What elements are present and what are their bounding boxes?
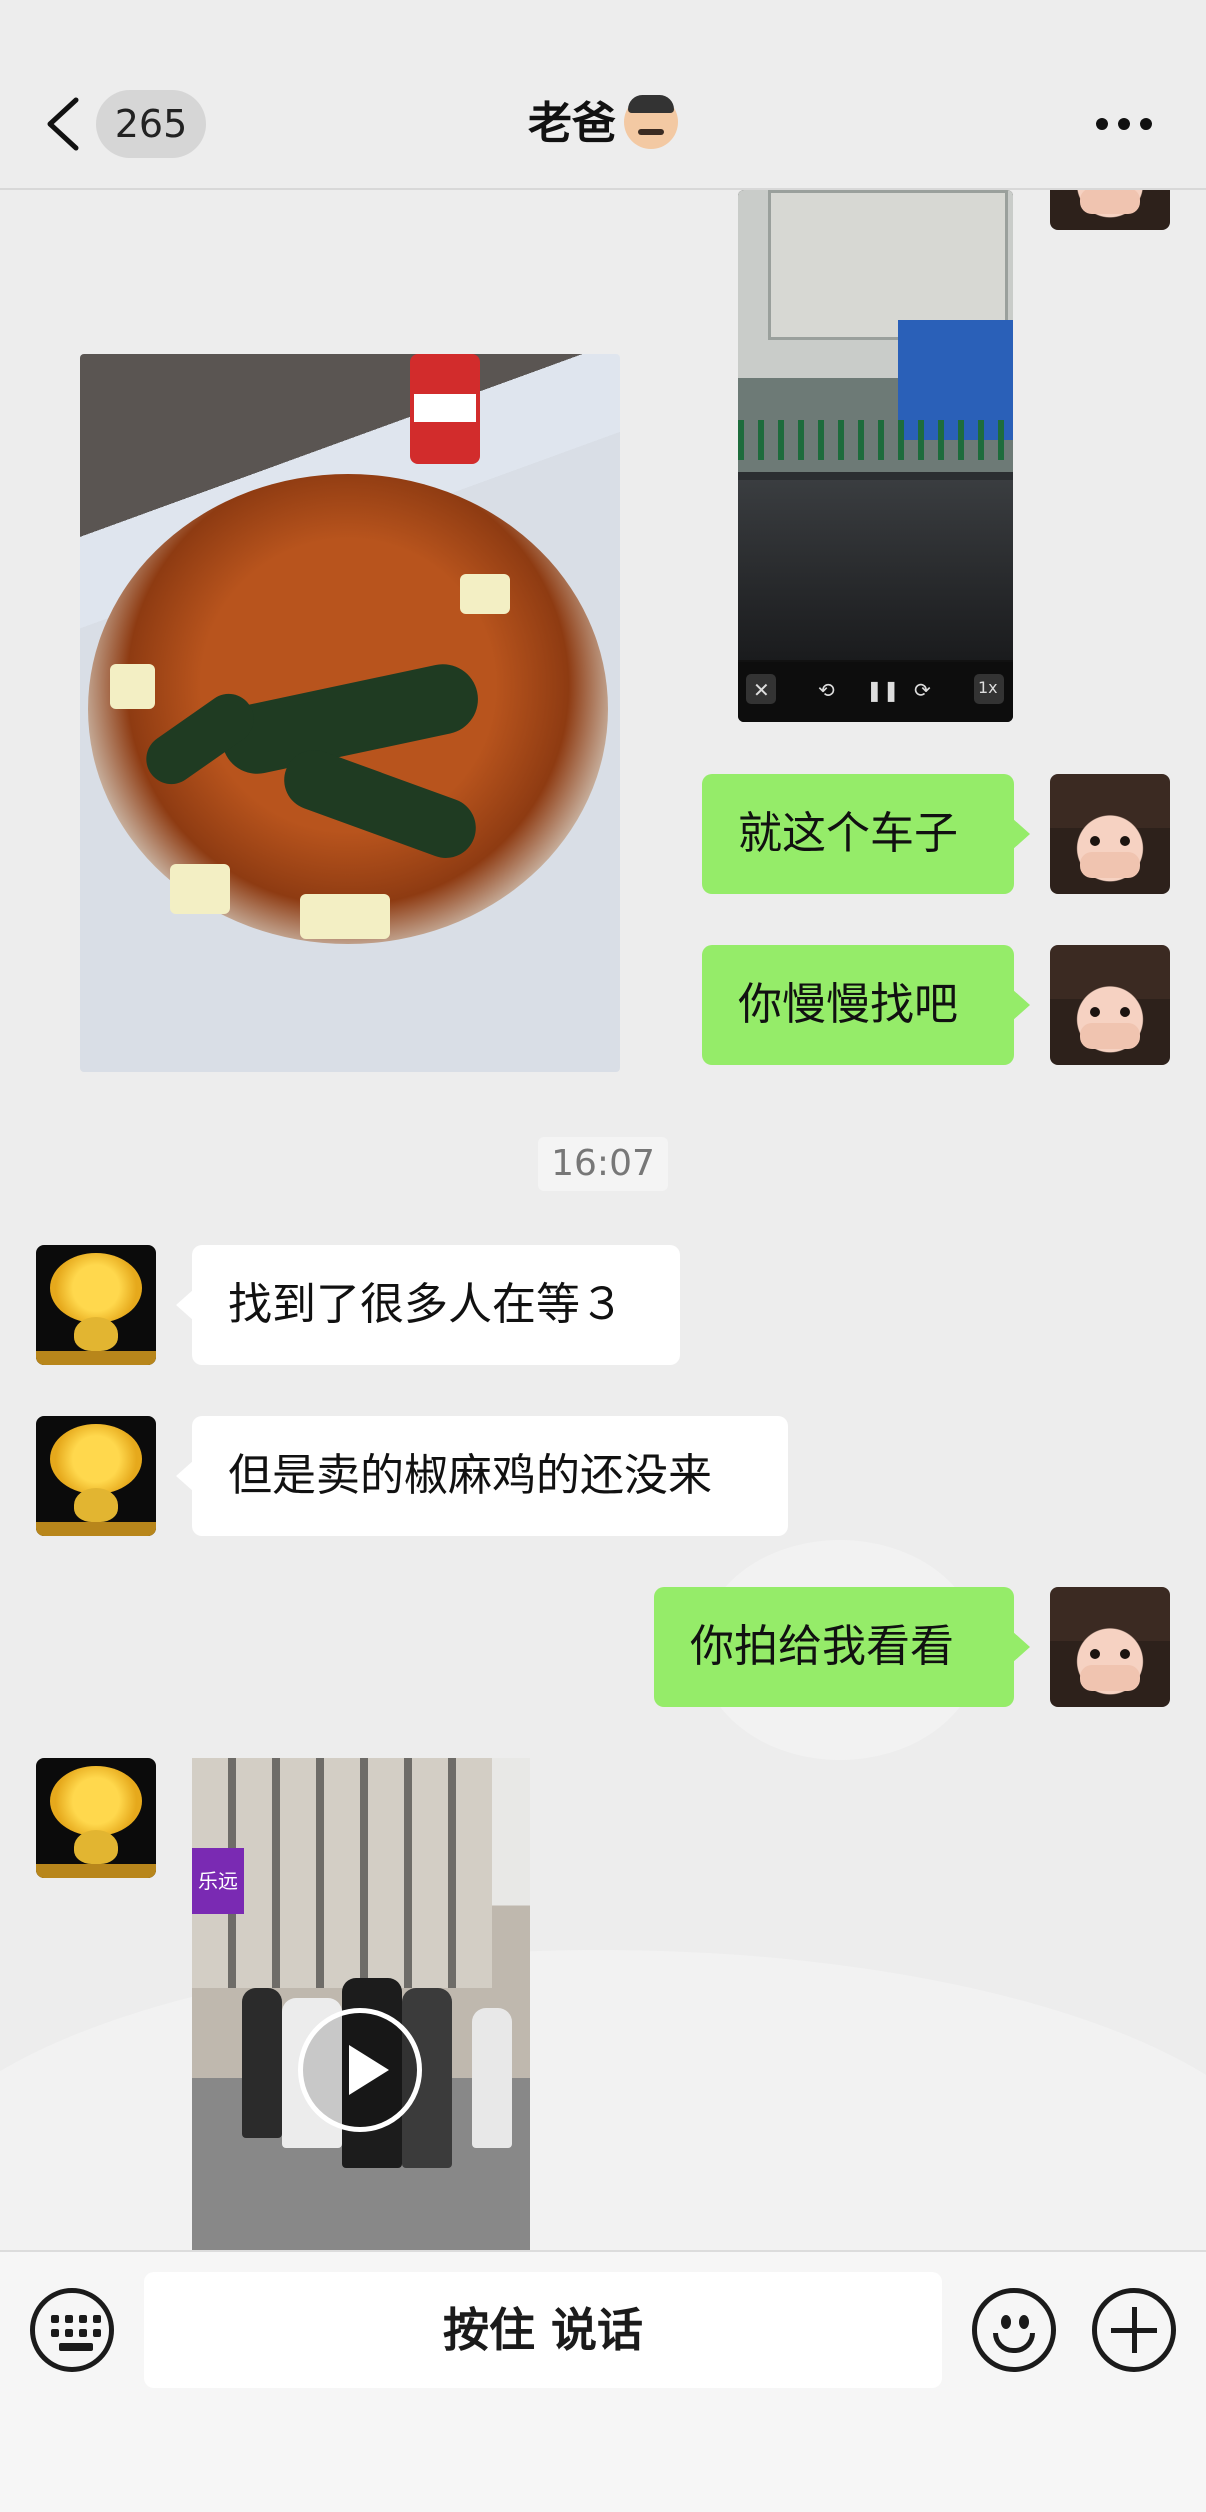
forward-icon[interactable]: ⟳ — [914, 678, 931, 702]
emoji-icon[interactable] — [972, 2288, 1056, 2372]
chat-title: 老爸 — [0, 92, 1206, 156]
street-video-message[interactable]: 乐远 — [192, 1758, 530, 2250]
message-bubble[interactable]: 找到了很多人在等３ — [176, 1245, 680, 1365]
chat-title-text: 老爸 — [528, 98, 616, 149]
more-options-button[interactable] — [1096, 112, 1152, 136]
water-bottle — [410, 354, 480, 464]
contact-avatar[interactable] — [36, 1245, 156, 1365]
message-bubble[interactable]: 就这个车子 — [702, 774, 1030, 894]
contact-avatar[interactable] — [36, 1758, 156, 1878]
self-avatar[interactable] — [1050, 774, 1170, 894]
message-bubble[interactable]: 但是卖的椒麻鸡的还没来 — [176, 1416, 788, 1536]
video-controls: ✕ ⟲ ❚❚ ⟳ 1x — [738, 662, 1013, 722]
close-video-icon[interactable]: ✕ — [753, 678, 770, 702]
food-photo-message[interactable] — [80, 354, 620, 1072]
shop-sign: 乐远 — [192, 1848, 244, 1914]
message-bubble[interactable]: 你拍给我看看 — [654, 1587, 1030, 1707]
input-bar: 按住 说话 — [0, 2250, 1206, 2512]
pause-icon[interactable]: ❚❚ — [866, 678, 900, 702]
self-avatar[interactable] — [1050, 1587, 1170, 1707]
message-timestamp: 16:07 — [538, 1137, 668, 1191]
self-avatar[interactable] — [1050, 190, 1170, 230]
plus-icon[interactable] — [1092, 2288, 1176, 2372]
message-list[interactable]: ✕ ⟲ ❚❚ ⟳ 1x 就这个车子 你慢慢找吧 16:07 找到了很多人在等３ — [0, 190, 1206, 2250]
rewind-icon[interactable]: ⟲ — [818, 678, 835, 702]
chat-header: 265 老爸 — [0, 0, 1206, 190]
message-bubble[interactable]: 你慢慢找吧 — [702, 945, 1030, 1065]
background-doodle — [0, 1950, 1206, 2250]
man-face-emoji-icon — [624, 95, 678, 149]
play-icon[interactable] — [298, 2008, 422, 2132]
self-avatar[interactable] — [1050, 945, 1170, 1065]
keyboard-icon[interactable] — [30, 2288, 114, 2372]
contact-avatar[interactable] — [36, 1416, 156, 1536]
hold-to-talk-button[interactable]: 按住 说话 — [144, 2272, 942, 2388]
video-message[interactable]: ✕ ⟲ ❚❚ ⟳ 1x — [738, 190, 1013, 722]
video-thumbnail — [738, 190, 1013, 660]
playback-speed[interactable]: 1x — [978, 678, 998, 697]
